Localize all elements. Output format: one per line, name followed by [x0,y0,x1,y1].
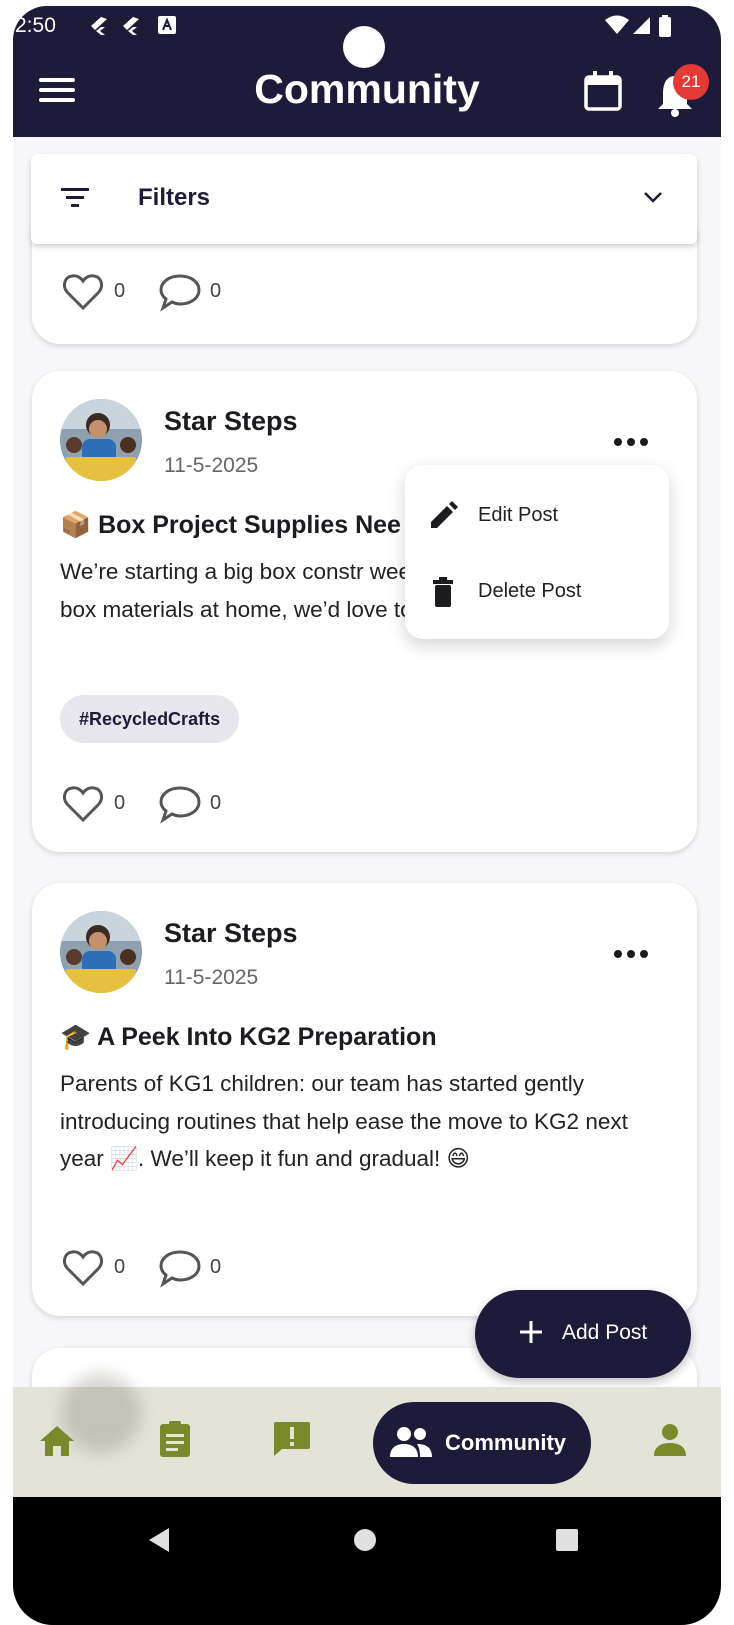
flutter-icon [123,17,139,35]
post-card: Star Steps 11-5-2025 🎓 A Peek Into KG2 P… [32,883,697,1316]
people-icon [390,1427,432,1457]
signal-icon [633,17,650,34]
recents-icon[interactable] [555,1528,579,1552]
like-icon[interactable] [62,784,104,824]
comment-icon[interactable] [158,1248,202,1288]
filter-icon [61,188,89,207]
feedback-icon[interactable] [273,1421,311,1457]
add-post-label: Add Post [562,1321,648,1344]
hashtag-chip[interactable]: #RecycledCrafts [60,695,240,743]
clipboard-icon[interactable] [159,1420,191,1458]
pencil-icon [431,501,458,528]
delete-post-label: Delete Post [478,580,582,602]
filters-label: Filters [138,184,211,211]
add-post-button[interactable]: Add Post [475,1290,691,1378]
post-title: 🎓 A Peek Into KG2 Preparation [60,1023,437,1051]
like-count: 0 [114,1256,126,1278]
post-options-menu: Edit Post Delete Post [405,465,669,639]
battery-icon [659,15,671,37]
avatar [60,911,142,993]
back-icon[interactable] [147,1527,171,1553]
post-title: 📦 Box Project Supplies Nee [60,511,401,539]
device-screen: 2:50 Community 21 0 0 Filters Star Steps… [13,6,721,1625]
home-icon[interactable] [39,1425,75,1457]
wifi-icon [605,15,629,34]
post-date: 11-5-2025 [164,454,259,477]
comment-count: 0 [210,792,222,814]
comment-count: 0 [210,1256,222,1278]
like-icon[interactable] [62,272,104,312]
profile-icon[interactable] [653,1423,687,1457]
more-options-icon[interactable] [612,938,652,968]
post-author: Star Steps [164,406,298,436]
nav-community-tab[interactable]: Community [373,1402,591,1484]
system-navigation-bar [13,1497,721,1625]
delete-post-menu-item[interactable]: Delete Post [405,560,669,624]
avatar [60,399,142,481]
comment-count: 0 [210,280,222,302]
status-time: 2:50 [15,14,56,37]
nav-community-label: Community [445,1430,566,1455]
app-bar: 2:50 Community 21 [13,6,721,137]
chevron-down-icon [644,192,662,203]
calendar-icon[interactable] [583,70,623,112]
like-count: 0 [114,280,126,302]
notification-badge: 21 [673,64,709,100]
edit-post-menu-item[interactable]: Edit Post [405,484,669,548]
filters-bar[interactable]: Filters [31,154,697,244]
post-body: Parents of KG1 children: our team has st… [60,1071,628,1171]
post-author: Star Steps [164,918,298,948]
home-button-icon[interactable] [353,1528,377,1552]
plus-icon [520,1321,542,1343]
comment-icon[interactable] [158,272,202,312]
like-icon[interactable] [62,1248,104,1288]
comment-icon[interactable] [158,784,202,824]
more-options-icon[interactable] [612,426,652,456]
flutter-icon [91,17,107,35]
trash-icon [433,577,453,607]
post-date: 11-5-2025 [164,966,259,989]
bottom-navigation: Community [13,1373,721,1497]
app-notification-icon [158,16,176,34]
edit-post-label: Edit Post [478,504,559,526]
camera-cutout [343,26,385,68]
like-count: 0 [114,792,126,814]
